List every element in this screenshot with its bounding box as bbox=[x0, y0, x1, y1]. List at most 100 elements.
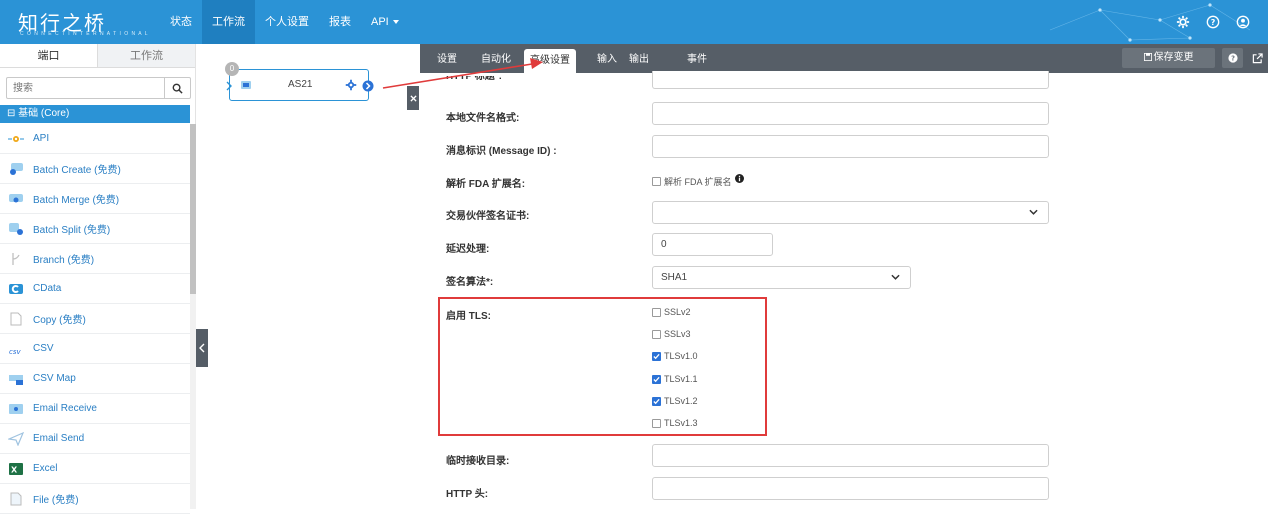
partner-cert-select[interactable] bbox=[652, 201, 1049, 224]
list-item-label: File (免费) bbox=[33, 495, 79, 506]
tab-workflows[interactable]: 工作流 bbox=[98, 44, 195, 67]
app-logo-subtitle: C O N N E C T I N T E R N A T I O N A L bbox=[20, 31, 149, 37]
node-count-badge: 0 bbox=[225, 62, 239, 76]
http-subject-input[interactable] bbox=[652, 71, 1049, 89]
batch-create-icon bbox=[8, 162, 24, 176]
help-icon: ? bbox=[1227, 53, 1238, 63]
gear-icon[interactable] bbox=[1176, 15, 1190, 29]
csv-map-icon bbox=[8, 372, 24, 386]
tab-ports[interactable]: 端口 bbox=[0, 44, 98, 67]
label-http-subject: HTTP 标题*: bbox=[446, 76, 502, 82]
batch-merge-icon bbox=[8, 192, 24, 206]
search-button[interactable] bbox=[164, 78, 190, 98]
tab-settings[interactable]: 设置 bbox=[437, 44, 457, 73]
ports-tabs: 端口 工作流 bbox=[0, 44, 195, 68]
search-icon bbox=[172, 83, 183, 94]
top-navbar: 知行之桥 C O N N E C T I N T E R N A T I O N… bbox=[0, 0, 1268, 44]
nav-api[interactable]: API bbox=[361, 0, 409, 44]
ports-panel: 端口 工作流 ⊟ 基础 (Core) API Batch Create (免费)… bbox=[0, 44, 196, 514]
sign-algo-select[interactable]: SHA1 bbox=[652, 266, 911, 289]
file-icon bbox=[8, 492, 24, 506]
port-list: API Batch Create (免费) Batch Merge (免费) B… bbox=[0, 124, 190, 514]
close-icon bbox=[409, 94, 417, 102]
tab-automation[interactable]: 自动化 bbox=[481, 44, 511, 73]
list-item[interactable]: Batch Create (免费) bbox=[0, 154, 190, 184]
list-item-label: Excel bbox=[33, 463, 58, 474]
sign-algo-value: SHA1 bbox=[661, 272, 688, 283]
workflow-canvas[interactable]: AS21 bbox=[197, 44, 407, 509]
label-delay: 延迟处理: bbox=[446, 244, 490, 255]
close-panel-button[interactable] bbox=[407, 86, 419, 110]
popout-button[interactable] bbox=[1250, 50, 1264, 66]
tab-output[interactable]: 输出 bbox=[629, 44, 649, 73]
parse-fda-checkbox-label: 解析 FDA 扩展名 bbox=[664, 177, 732, 187]
list-item[interactable]: Copy (免费) bbox=[0, 304, 190, 334]
list-item[interactable]: Batch Merge (免费) bbox=[0, 184, 190, 214]
parse-fda-checkbox[interactable] bbox=[652, 177, 661, 186]
list-item-label: Email Receive bbox=[33, 403, 97, 414]
help-icon[interactable]: ? bbox=[1206, 15, 1220, 29]
list-item[interactable]: CData bbox=[0, 274, 190, 304]
label-local-filename: 本地文件名格式: bbox=[446, 113, 520, 124]
email-receive-icon bbox=[8, 402, 24, 416]
label-parse-fda: 解析 FDA 扩展名: bbox=[446, 179, 526, 190]
svg-text:X: X bbox=[11, 465, 18, 474]
list-item[interactable]: Email Receive bbox=[0, 394, 190, 424]
chevron-left-icon bbox=[199, 343, 205, 353]
message-id-input[interactable] bbox=[652, 135, 1049, 158]
list-item-label: Email Send bbox=[33, 433, 85, 444]
batch-split-icon bbox=[8, 222, 24, 236]
list-item[interactable]: CSV Map bbox=[0, 364, 190, 394]
collapse-panel-button[interactable] bbox=[196, 329, 208, 367]
branch-icon bbox=[8, 252, 24, 266]
list-item[interactable]: csv CSV bbox=[0, 334, 190, 364]
list-item-label: Batch Merge (免费) bbox=[33, 195, 120, 206]
http-header-input[interactable] bbox=[652, 477, 1049, 500]
settings-tabs: 设置 自动化 高级设置 输入 输出 事件 保存变更 ? bbox=[420, 44, 1268, 73]
local-filename-input[interactable] bbox=[652, 102, 1049, 125]
label-http-header: HTTP 头: bbox=[446, 489, 489, 500]
user-icon[interactable] bbox=[1236, 15, 1250, 29]
tab-events[interactable]: 事件 bbox=[687, 44, 707, 73]
tab-advanced-settings[interactable]: 高级设置 bbox=[524, 49, 576, 73]
workflow-node-as2[interactable]: AS21 bbox=[226, 69, 374, 101]
api-icon bbox=[8, 132, 24, 146]
tab-input[interactable]: 输入 bbox=[597, 44, 617, 73]
save-changes-button[interactable]: 保存变更 bbox=[1122, 48, 1215, 68]
nav-api-label: API bbox=[371, 16, 389, 28]
node-output-arrow-icon[interactable] bbox=[362, 80, 374, 92]
nav-workflow[interactable]: 工作流 bbox=[202, 0, 255, 44]
connector-icon bbox=[241, 81, 251, 89]
svg-text:?: ? bbox=[1231, 55, 1235, 63]
list-item-label: API bbox=[33, 133, 50, 144]
nav-reports[interactable]: 报表 bbox=[319, 0, 361, 44]
nav-profile[interactable]: 个人设置 bbox=[255, 0, 319, 44]
list-item[interactable]: File (免费) bbox=[0, 484, 190, 514]
list-item[interactable]: Branch (免费) bbox=[0, 244, 190, 274]
label-temp-dir: 临时接收目录: bbox=[446, 456, 510, 467]
excel-icon: X bbox=[8, 462, 24, 476]
list-item[interactable]: X Excel bbox=[0, 454, 190, 484]
nav-status[interactable]: 状态 bbox=[160, 0, 202, 44]
list-scrollbar-thumb[interactable] bbox=[190, 124, 196, 294]
list-item-label: Branch (免费) bbox=[33, 255, 95, 266]
chevron-down-icon bbox=[392, 20, 399, 25]
external-link-icon bbox=[1252, 52, 1263, 63]
copy-icon bbox=[8, 312, 24, 326]
settings-panel: 设置 自动化 高级设置 输入 输出 事件 保存变更 ? HTTP 标题*: 本地… bbox=[420, 44, 1268, 509]
category-core[interactable]: ⊟ 基础 (Core) bbox=[0, 105, 190, 123]
node-settings-gear-icon[interactable] bbox=[345, 79, 357, 91]
parse-fda-checkbox-row[interactable]: 解析 FDA 扩展名 bbox=[652, 174, 744, 188]
delay-input[interactable]: 0 bbox=[652, 233, 773, 256]
svg-text:?: ? bbox=[1211, 18, 1216, 27]
list-item[interactable]: Email Send bbox=[0, 424, 190, 454]
cdata-icon bbox=[8, 282, 24, 296]
list-item-label: CSV Map bbox=[33, 373, 76, 384]
search-input[interactable] bbox=[7, 78, 164, 98]
list-item[interactable]: API bbox=[0, 124, 190, 154]
list-item[interactable]: Batch Split (免费) bbox=[0, 214, 190, 244]
help-button[interactable]: ? bbox=[1222, 48, 1243, 68]
temp-dir-input[interactable] bbox=[652, 444, 1049, 467]
tls-highlight-box bbox=[438, 297, 767, 436]
info-icon bbox=[734, 174, 744, 183]
